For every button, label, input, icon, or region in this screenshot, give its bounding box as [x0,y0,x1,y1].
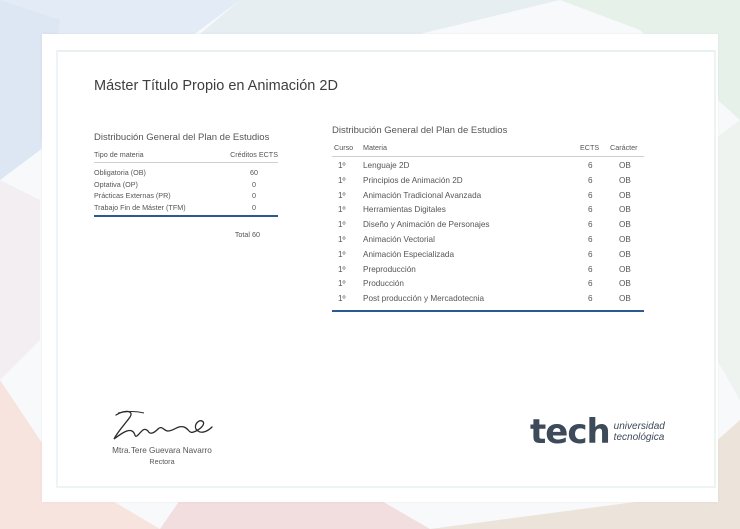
summary-row-value: 0 [252,191,256,201]
frame-line-right [714,50,716,488]
row-curso: 1º [338,294,346,304]
row-ects: 6 [588,161,593,170]
summary-row: Trabajo Fin de Máster (TFM) 0 [94,202,278,214]
row-curso: 1º [338,220,346,230]
summary-row-name: Trabajo Fin de Máster (TFM) [94,202,186,212]
row-caracter: OB [619,249,631,259]
row-materia: Animación Especializada [363,249,455,259]
signer-name: Mtra.Tere Guevara Navarro [112,446,212,455]
frame-line-bottom [56,486,716,488]
frame-line-left [56,50,58,488]
logo-subtitle-line2: tecnológica [613,432,665,443]
row-caracter: OB [619,234,631,244]
table-row: 1º Animación Vectorial 6 OB [332,235,644,250]
row-curso: 1º [338,249,346,259]
summary-row-value: 0 [252,179,256,189]
table-row: 1º Animación Especializada 6 OB [332,250,644,265]
summary-row-value: 0 [252,202,256,212]
row-ects: 6 [588,205,593,215]
row-materia: Principios de Animación 2D [363,175,463,185]
table-row: 1º Post producción y Mercadotecnia 6 OB [332,294,644,309]
row-curso: 1º [338,161,346,170]
row-curso: 1º [338,279,346,289]
row-caracter: OB [619,220,631,230]
row-caracter: OB [619,294,631,304]
table-row: 1º Herramientas Digitales 6 OB [332,205,644,220]
detail-heading: Distribución General del Plan de Estudio… [332,125,508,136]
table-row: 1º Diseño y Animación de Personajes 6 OB [332,220,644,235]
logo-wordmark: tech [530,412,611,452]
row-materia: Animación Vectorial [363,234,435,244]
col-caracter-header: Carácter [610,143,638,152]
summary-row-name: Obligatoria (OB) [94,168,146,178]
col-type-header: Tipo de materia [94,150,144,159]
summary-row-value: 60 [250,168,258,178]
row-curso: 1º [338,264,346,274]
row-materia: Lenguaje 2D [363,161,410,170]
frame-line-top [56,50,716,52]
row-curso: 1º [338,190,346,200]
row-caracter: OB [619,279,631,289]
row-ects: 6 [588,279,593,289]
detail-table: Curso Materia ECTS Carácter 1º Lenguaje … [332,143,644,312]
logo-subtitle-line1: universidad [613,421,665,432]
document-title: Máster Título Propio en Animación 2D [94,78,338,94]
row-ects: 6 [588,175,593,185]
summary-row-name: Prácticas Externas (PR) [94,191,171,201]
row-ects: 6 [588,294,593,304]
summary-row: Prácticas Externas (PR) 0 [94,190,278,202]
col-curso-header: Curso [334,143,354,152]
col-materia-header: Materia [363,143,387,152]
summary-heading: Distribución General del Plan de Estudio… [94,132,270,143]
summary-row-name: Optativa (OP) [94,179,138,189]
row-ects: 6 [588,220,593,230]
row-ects: 6 [588,249,593,259]
summary-total: Total 60 [234,230,260,239]
table-row: 1º Animación Tradicional Avanzada 6 OB [332,191,644,206]
summary-row: Optativa (OP) 0 [94,179,278,191]
signer-role: Rectora [149,457,175,466]
row-ects: 6 [588,264,593,274]
col-ects-header: ECTS [580,143,600,152]
row-curso: 1º [338,205,346,215]
logo-subtitle: universidad tecnológica [614,421,665,443]
row-caracter: OB [619,205,631,215]
row-materia: Herramientas Digitales [363,205,446,215]
table-row: 1º Preproducción 6 OB [332,265,644,280]
row-materia: Diseño y Animación de Personajes [363,220,490,230]
detail-table-bottom-line [332,309,644,312]
row-caracter: OB [619,264,631,274]
handwritten-signature [113,410,213,440]
row-curso: 1º [338,175,346,185]
row-curso: 1º [338,234,346,244]
row-materia: Producción [363,279,404,289]
table-row: 1º Producción 6 OB [332,279,644,294]
col-credits-header: Créditos ECTS [230,150,278,159]
row-caracter: OB [619,161,631,170]
row-ects: 6 [588,190,593,200]
table-row: 1º Principios de Animación 2D 6 OB [332,176,644,191]
summary-table: Tipo de materia Créditos ECTS Obligatori… [94,150,278,239]
detail-table-header: Curso Materia ECTS Carácter [332,143,644,157]
summary-row: Obligatoria (OB) 60 [94,167,278,179]
row-materia: Animación Tradicional Avanzada [363,190,482,200]
row-caracter: OB [619,190,631,200]
row-caracter: OB [619,175,631,185]
tech-logo: tech universidad tecnológica [530,412,665,452]
row-ects: 6 [588,234,593,244]
table-row: 1º Lenguaje 2D 6 OB [332,161,644,176]
row-materia: Post producción y Mercadotecnia [363,294,485,304]
row-materia: Preproducción [363,264,416,274]
summary-total-divider [94,215,278,217]
summary-table-header: Tipo de materia Créditos ECTS [94,150,278,163]
